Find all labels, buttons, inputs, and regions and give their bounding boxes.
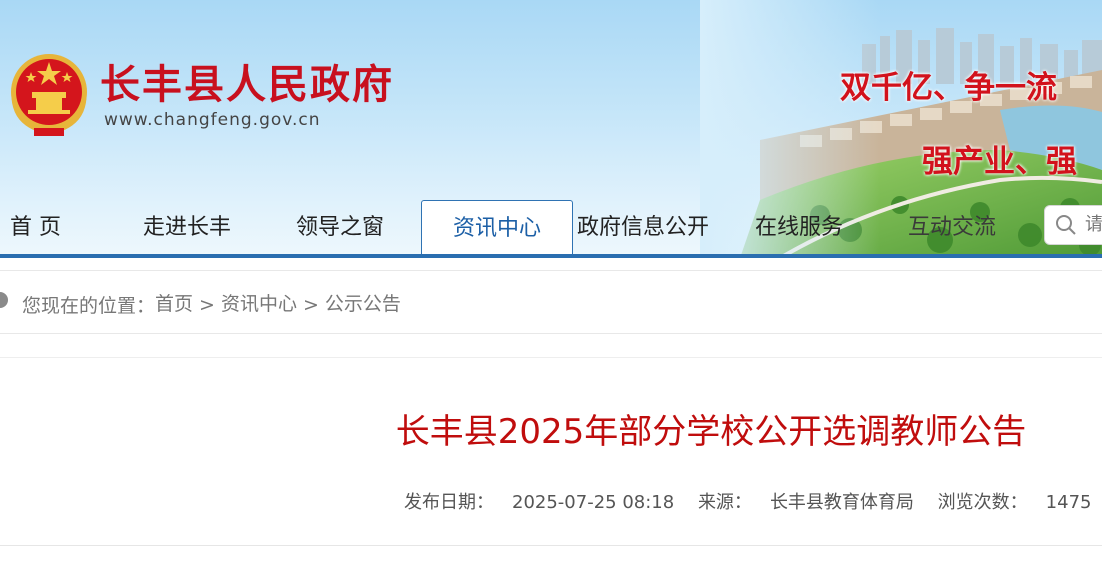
- nav-item-online-services[interactable]: 在线服务: [755, 200, 865, 254]
- nav-item-news-center[interactable]: 资讯中心: [421, 200, 573, 255]
- nav-item-leaders[interactable]: 领导之窗: [296, 200, 406, 254]
- nav-item-home[interactable]: 首 页: [10, 200, 90, 254]
- publish-date-value: 2025-07-25 08:18: [512, 492, 675, 513]
- search-input[interactable]: [1085, 211, 1102, 237]
- article-meta: 发布日期： 2025-07-25 08:18 来源： 长丰县教育体育局 浏览次数： 1…: [404, 488, 1091, 514]
- main-nav: 首 页 走进长丰 领导之窗 资讯中心 政府信息公开 在线服务 互动交流: [0, 200, 1102, 255]
- source: 来源： 长丰县教育体育局: [698, 492, 914, 513]
- source-label: 来源：: [697, 492, 752, 513]
- view-count: 浏览次数： 1475: [938, 492, 1092, 513]
- site-title[interactable]: 长丰县人民政府: [100, 52, 394, 110]
- publish-date-label: 发布日期：: [404, 492, 494, 513]
- publish-date: 发布日期： 2025-07-25 08:18: [404, 492, 674, 513]
- nav-item-gov-info-disclosure[interactable]: 政府信息公开: [577, 200, 727, 254]
- site-header: 长丰县人民政府 www.changfeng.gov.cn 双千亿、争一流 强产业…: [0, 0, 1102, 258]
- nav-item-about-changfeng[interactable]: 走进长丰: [143, 200, 253, 254]
- divider: [0, 545, 1102, 546]
- location-icon: [0, 292, 8, 308]
- nav-item-interaction[interactable]: 互动交流: [908, 200, 1018, 254]
- breadcrumb-news-center[interactable]: 资讯中心: [221, 293, 297, 315]
- banner-slogan-line1: 双千亿、争一流: [840, 70, 1057, 106]
- breadcrumb-separator: >: [302, 293, 319, 316]
- article-title: 长丰县2025年部分学校公开选调教师公告: [395, 412, 1027, 452]
- breadcrumb: 您现在的位置：首页 > 资讯中心 > 公示公告: [0, 270, 1102, 334]
- breadcrumb-announcements[interactable]: 公示公告: [325, 293, 401, 315]
- divider: [0, 357, 1102, 358]
- search-icon[interactable]: [1055, 214, 1077, 236]
- breadcrumb-prefix: 您现在的位置：: [22, 295, 156, 317]
- breadcrumb-home[interactable]: 首页: [155, 293, 193, 315]
- site-url: www.changfeng.gov.cn: [104, 110, 321, 130]
- view-count-label: 浏览次数：: [937, 492, 1028, 513]
- national-emblem-icon: [11, 54, 87, 136]
- breadcrumb-separator: >: [199, 293, 215, 316]
- banner-slogan-line2: 强产业、强: [922, 144, 1077, 180]
- nav-underline-bar: [0, 254, 1102, 258]
- search-box[interactable]: [1044, 205, 1102, 245]
- source-value: 长丰县教育体育局: [769, 492, 914, 513]
- view-count-value: 1475: [1045, 492, 1092, 513]
